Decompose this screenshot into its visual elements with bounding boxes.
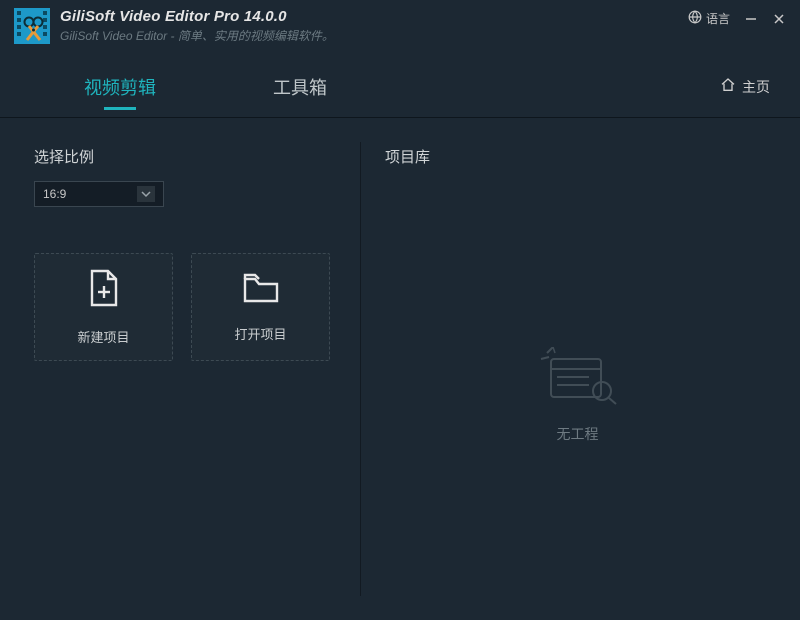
close-button[interactable]	[772, 12, 786, 26]
language-button[interactable]: 语言	[688, 10, 730, 27]
empty-project-icon	[539, 347, 617, 408]
tab-video-edit[interactable]: 视频剪辑	[30, 60, 210, 114]
home-button[interactable]: 主页	[720, 77, 770, 97]
right-panel: 项目库 无工程	[361, 118, 800, 620]
app-logo	[14, 8, 50, 44]
tabbar: 视频剪辑 工具箱 主页	[0, 56, 800, 118]
app-title: GiliSoft Video Editor Pro 14.0.0	[60, 8, 334, 25]
library-label: 项目库	[385, 146, 770, 167]
home-label: 主页	[742, 77, 770, 97]
open-project-card[interactable]: 打开项目	[191, 253, 330, 361]
open-project-label: 打开项目	[234, 324, 286, 343]
chevron-down-icon	[137, 186, 155, 202]
left-panel: 选择比例 16:9 新建项目	[0, 118, 360, 620]
window-controls: 语言	[688, 8, 786, 27]
empty-label: 无工程	[557, 424, 599, 444]
app-subtitle: GiliSoft Video Editor - 简单、实用的视频编辑软件。	[60, 27, 334, 44]
language-label: 语言	[706, 10, 730, 27]
minimize-button[interactable]	[744, 12, 758, 26]
project-cards: 新建项目 打开项目	[34, 253, 330, 361]
ratio-select[interactable]: 16:9	[34, 181, 164, 207]
ratio-label: 选择比例	[34, 146, 330, 167]
empty-state: 无工程	[385, 191, 770, 600]
content: 选择比例 16:9 新建项目	[0, 118, 800, 620]
title-block: GiliSoft Video Editor Pro 14.0.0 GiliSof…	[60, 8, 334, 44]
new-project-card[interactable]: 新建项目	[34, 253, 173, 361]
ratio-value: 16:9	[43, 187, 66, 201]
new-file-icon	[86, 268, 122, 311]
new-project-label: 新建项目	[77, 327, 129, 346]
globe-icon	[688, 10, 702, 27]
home-icon	[720, 77, 736, 96]
titlebar: GiliSoft Video Editor Pro 14.0.0 GiliSof…	[0, 0, 800, 56]
tab-toolbox[interactable]: 工具箱	[210, 60, 390, 114]
folder-icon	[241, 271, 281, 308]
